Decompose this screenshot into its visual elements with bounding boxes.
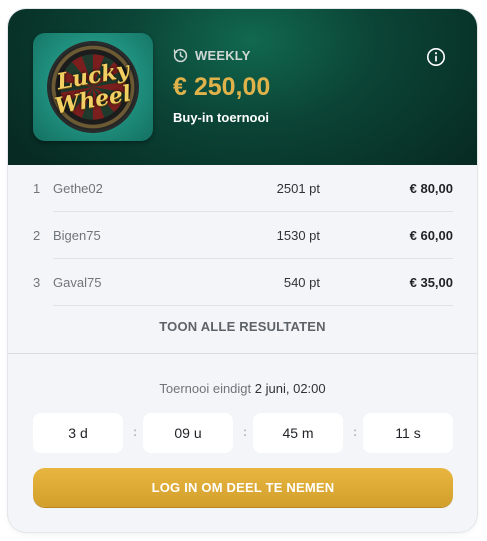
frequency-badge: WEEKLY — [173, 48, 251, 63]
leaderboard-row: 2 Bigen75 1530 pt € 60,00 — [8, 212, 477, 259]
row-points: 540 pt — [283, 275, 320, 290]
row-rank: 1 — [33, 181, 41, 196]
show-all-results-button[interactable]: TOON ALLE RESULTATEN — [8, 319, 477, 334]
login-to-join-button[interactable]: LOG IN OM DEEL TE NEMEN — [33, 468, 453, 507]
row-rank: 3 — [33, 275, 41, 290]
end-label: Toernooi eindigt — [159, 381, 252, 396]
row-rank: 2 — [33, 228, 41, 243]
countdown-days: 3 d — [33, 413, 123, 453]
countdown-timer: 3 d : 09 u : 45 m : 11 s — [33, 413, 453, 453]
countdown-seconds: 11 s — [363, 413, 453, 453]
row-player-name: Gaval75 — [53, 275, 102, 290]
game-thumbnail[interactable]: Lucky Wheel — [33, 33, 153, 141]
tournament-card: Lucky Wheel WEEKLY € 250,00 Buy-in toern… — [8, 9, 477, 532]
info-icon[interactable] — [426, 47, 446, 67]
countdown-minutes: 45 m — [253, 413, 343, 453]
section-divider — [8, 353, 477, 354]
row-points: 1530 pt — [276, 228, 320, 243]
tournament-header: Lucky Wheel WEEKLY € 250,00 Buy-in toern… — [8, 9, 477, 165]
leaderboard-row: 1 Gethe02 2501 pt € 80,00 — [8, 165, 477, 212]
leaderboard: 1 Gethe02 2501 pt € 80,00 2 Bigen75 1530… — [8, 165, 477, 306]
row-prize: € 35,00 — [409, 275, 453, 290]
countdown-separator: : — [242, 424, 248, 439]
row-player-name: Bigen75 — [53, 228, 101, 243]
row-points: 2501 pt — [276, 181, 320, 196]
leaderboard-row: 3 Gaval75 540 pt € 35,00 — [8, 259, 477, 306]
tournament-end-info: Toernooi eindigt 2 juni, 02:00 — [8, 381, 477, 396]
tournament-type: Buy-in toernooi — [173, 110, 270, 125]
end-date: 2 juni, 02:00 — [254, 381, 326, 396]
countdown-hours: 09 u — [143, 413, 233, 453]
prize-pool: € 250,00 — [173, 73, 271, 101]
countdown-separator: : — [352, 424, 358, 439]
row-prize: € 80,00 — [409, 181, 453, 196]
frequency-label: WEEKLY — [195, 48, 251, 63]
countdown-separator: : — [132, 424, 138, 439]
row-player-name: Gethe02 — [53, 181, 103, 196]
clock-icon — [173, 48, 188, 63]
row-prize: € 60,00 — [409, 228, 453, 243]
